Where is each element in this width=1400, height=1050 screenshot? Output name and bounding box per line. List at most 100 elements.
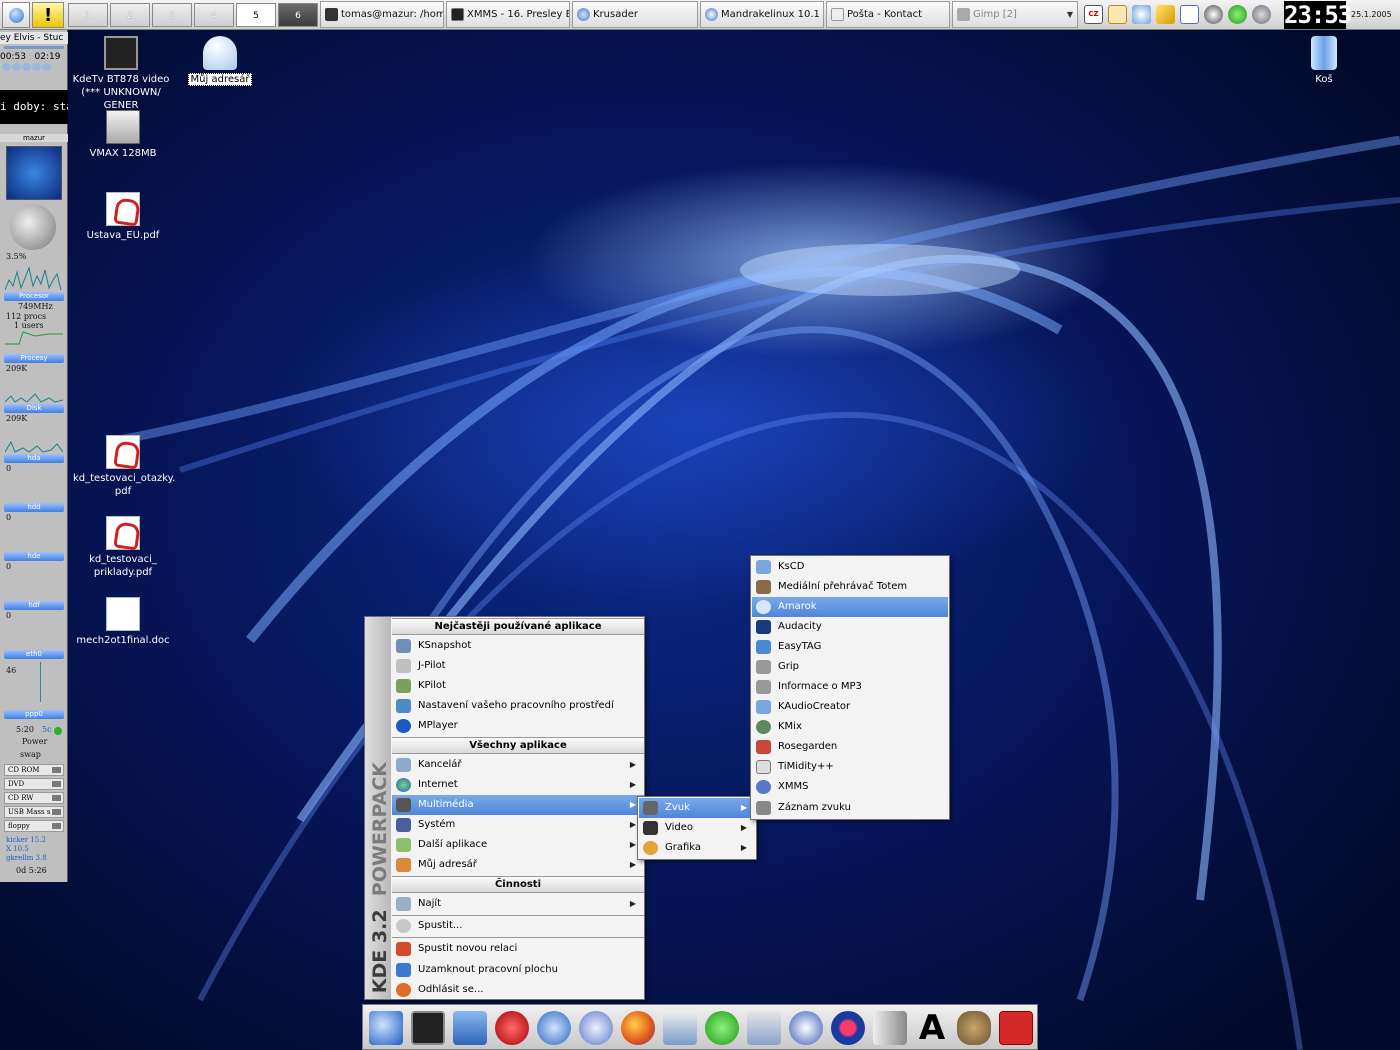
menu-item-mp3info[interactable]: Informace o MP3 (752, 677, 948, 697)
menu-item-kancelar[interactable]: Kancelář ▶ (392, 755, 644, 775)
menu-item-ksnapshot[interactable]: KSnapshot (392, 636, 644, 656)
volume-icon[interactable] (1132, 5, 1151, 24)
network-icon[interactable] (453, 1011, 487, 1045)
menu-item-kpilot[interactable]: KPilot (392, 676, 644, 696)
record-icon[interactable] (831, 1011, 865, 1045)
pager-desktop-4[interactable]: 4 (194, 3, 234, 27)
menu-item-easytag[interactable]: EasyTAG (752, 637, 948, 657)
xmms-icon[interactable] (789, 1011, 823, 1045)
desktop-icon-ustava-pdf[interactable]: Ustava_EU.pdf (73, 192, 173, 242)
submenu-arrow-icon: ▶ (629, 899, 636, 908)
menu-item-kmix[interactable]: KMix (752, 717, 948, 737)
menu-item-internet[interactable]: Internet ▶ (392, 775, 644, 795)
task-xmms[interactable]: XMMS - 16. Presley E (446, 1, 570, 28)
globe-icon[interactable] (537, 1011, 571, 1045)
menu-item-other-apps[interactable]: Další aplikace ▶ (392, 835, 644, 855)
disk-label: Disk (4, 404, 64, 413)
desktop-icon-trash[interactable]: Koš (1274, 36, 1374, 86)
eject-icon[interactable] (52, 823, 61, 829)
icq-icon[interactable] (705, 1011, 739, 1045)
menu-item-grip[interactable]: Grip (752, 657, 948, 677)
menu-item-zvuk[interactable]: Zvuk ▶ (639, 798, 755, 818)
desktop-icon-priklady-pdf[interactable]: kd_testovaci_ priklady.pdf (73, 516, 173, 579)
keyboard-layout-icon[interactable]: CZ (1084, 5, 1103, 24)
desktop-icon-otazky-pdf[interactable]: kd_testovaci_otazky. pdf (73, 435, 175, 498)
song-progress-bar[interactable] (4, 46, 64, 49)
menu-item-video[interactable]: Video ▶ (639, 818, 755, 838)
studio-icon[interactable] (999, 1011, 1033, 1045)
menu-item-settings[interactable]: Nastavení vašeho pracovního prostředí (392, 696, 644, 716)
pager-desktop-1[interactable]: 1 (68, 3, 108, 27)
menu-item-mplayer[interactable]: MPlayer (392, 716, 644, 736)
firefox-icon[interactable] (621, 1011, 655, 1045)
tag-icon[interactable] (1156, 5, 1175, 24)
menu-item-rosegarden[interactable]: Rosegarden (752, 737, 948, 757)
klipper-icon[interactable] (1108, 5, 1127, 24)
task-kontact[interactable]: Pošta - Kontact (826, 1, 950, 28)
menu-item-system[interactable]: Systém ▶ (392, 815, 644, 835)
menu-item-xmms[interactable]: XMMS (752, 777, 948, 797)
desktop-icon-doc[interactable]: mech2ot1final.doc (73, 597, 173, 647)
desktop-icon-kdetv[interactable]: KdeTv BT878 video (*** UNKNOWN/ GENER (71, 36, 171, 112)
play-button[interactable] (12, 63, 21, 71)
icq-flower-icon[interactable] (1228, 5, 1247, 24)
kontact-icon[interactable] (495, 1011, 529, 1045)
menu-item-amarok[interactable]: Amarok (752, 597, 948, 617)
drive-cdrw[interactable]: CD RW (4, 792, 64, 804)
task-browser[interactable]: Mandrakelinux 10.1 - C (700, 1, 824, 28)
pager-desktop-5[interactable]: 5 (236, 3, 276, 27)
drive-dvd[interactable]: DVD (4, 778, 64, 790)
eject-icon[interactable] (52, 809, 61, 815)
kmenu-icon[interactable] (369, 1011, 403, 1045)
satellite-icon[interactable] (579, 1011, 613, 1045)
speaker-icon (643, 801, 658, 815)
drive-cdrom[interactable]: CD ROM (4, 764, 64, 776)
gear-icon[interactable] (1252, 5, 1271, 24)
task-krusader[interactable]: Krusader (572, 1, 698, 28)
menu-item-kaudiocreator[interactable]: KAudioCreator (752, 697, 948, 717)
menu-item-lock[interactable]: Uzamknout pracovní plochu (392, 960, 644, 980)
gimp-icon[interactable] (957, 1011, 991, 1045)
alert-button[interactable]: ! (32, 2, 64, 28)
eject-icon[interactable] (52, 781, 61, 787)
menu-item-totem[interactable]: Mediální přehrávač Totem (752, 577, 948, 597)
font-icon[interactable]: A (915, 1011, 949, 1045)
menu-item-kscd[interactable]: KsCD (752, 557, 948, 577)
menu-item-jpilot[interactable]: J-Pilot (392, 656, 644, 676)
desktop-icon-vmax[interactable]: VMAX 128MB (73, 110, 173, 160)
task-terminal[interactable]: tomas@mazur: /home (320, 1, 444, 28)
eject-icon[interactable] (52, 795, 61, 801)
menu-item-audacity[interactable]: Audacity (752, 617, 948, 637)
next-button[interactable] (42, 63, 51, 71)
pager-desktop-6[interactable]: 6 (278, 3, 318, 27)
multimedia-icon (396, 798, 411, 812)
menu-item-timidity[interactable]: TiMidity++ (752, 757, 948, 777)
eject-icon[interactable] (52, 767, 61, 773)
calendar-icon[interactable] (1180, 5, 1199, 24)
menu-item-logout[interactable]: Odhlásit se... (392, 980, 644, 1000)
task-gimp-group[interactable]: Gimp [2] ▼ (952, 1, 1078, 28)
menu-item-new-session[interactable]: Spustit novou relaci (392, 939, 644, 959)
kmenu-button[interactable] (2, 2, 30, 28)
drive-floppy[interactable]: floppy (4, 820, 64, 832)
image-viewer-icon[interactable] (663, 1011, 697, 1045)
pager-desktop-3[interactable]: 3 (152, 3, 192, 27)
menu-item-home[interactable]: Můj adresář ▶ (392, 855, 644, 875)
download-icon[interactable] (1204, 5, 1223, 24)
pager-desktop-2[interactable]: 2 (110, 3, 150, 27)
menu-item-recorder[interactable]: Záznam zvuku (752, 798, 948, 818)
drive-usb[interactable]: USB Mass s (4, 806, 64, 818)
volume-icon[interactable] (873, 1011, 907, 1045)
stop-button[interactable] (32, 63, 41, 71)
prev-button[interactable] (2, 63, 11, 71)
konsole-icon[interactable] (411, 1011, 445, 1045)
menu-item-run[interactable]: Spustit... (392, 916, 644, 936)
pause-button[interactable] (22, 63, 31, 71)
disk-tool-icon[interactable] (747, 1011, 781, 1045)
clock[interactable]: 23:53 (1284, 1, 1352, 29)
desktop-icon-home[interactable]: Můj adresář (170, 36, 270, 86)
menu-item-grafika[interactable]: Grafika ▶ (639, 838, 755, 858)
menu-item-find[interactable]: Najít ▶ (392, 894, 644, 914)
menu-item-multimedia[interactable]: Multimédia ▶ (392, 795, 644, 815)
hda-label: hda (4, 454, 64, 463)
